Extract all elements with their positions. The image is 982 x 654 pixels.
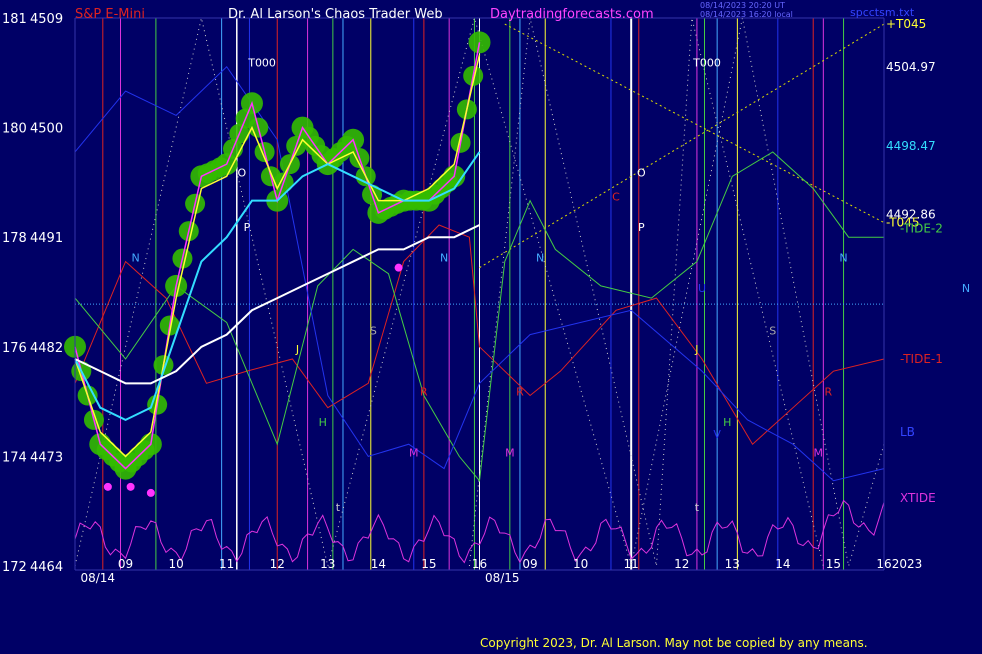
letter-marker: R xyxy=(516,386,524,399)
letter-marker: H xyxy=(723,416,731,429)
chart-svg: NOPJHtSRMNMRNCOPUJHVtSRMNT000 T000+T04545… xyxy=(0,0,982,650)
letter-marker: V xyxy=(713,428,721,441)
x-year-label: 2023 xyxy=(892,557,923,571)
y-tick-outer: 176 xyxy=(2,341,27,356)
site-url[interactable]: Daytradingforecasts.com xyxy=(490,7,654,22)
x-hour-label: 11 xyxy=(624,557,639,571)
chart-title: S&P E-Mini xyxy=(75,7,145,22)
chart-background xyxy=(0,0,982,650)
pivot-dot xyxy=(126,482,135,491)
letter-marker: R xyxy=(420,386,428,399)
x-hour-label: 13 xyxy=(320,557,335,571)
letter-marker: R xyxy=(825,386,833,399)
letter-marker: M xyxy=(505,446,515,459)
letter-marker: S xyxy=(769,325,776,338)
y-tick-inner: 4491 xyxy=(30,231,63,246)
x-hour-label: 15 xyxy=(421,557,436,571)
x-date-label: 08/15 xyxy=(485,571,520,585)
letter-marker: J xyxy=(295,343,299,356)
y-tick-outer: 174 xyxy=(2,450,27,465)
letter-marker: N xyxy=(536,252,544,265)
right-line-label: -TIDE-1 xyxy=(900,352,943,366)
right-edge-label: N xyxy=(962,282,970,295)
letter-marker: M xyxy=(409,446,419,459)
y-tick-inner: 4464 xyxy=(30,560,63,575)
letter-marker: t xyxy=(336,501,341,514)
x-hour-label: 10 xyxy=(573,557,588,571)
letter-marker: H xyxy=(319,416,327,429)
x-hour-label: 09 xyxy=(118,557,133,571)
y-tick-inner: 4509 xyxy=(30,12,63,27)
chaos-chart: N O P J Ht S R M N M R N C O P U J H Vt S R M N T000 T000 +T045 45… xyxy=(0,0,982,650)
right-line-label: -TIDE-2 xyxy=(900,222,943,236)
letter-marker: O xyxy=(637,166,646,179)
y-tick-outer: 180 xyxy=(2,122,27,137)
letter-marker: P xyxy=(638,221,645,234)
pivot-dot xyxy=(103,482,112,491)
x-hour-label: 16 xyxy=(472,557,487,571)
x-hour-label: 09 xyxy=(522,557,537,571)
letter-marker: N xyxy=(440,252,448,265)
vertical-marker-label: T000 xyxy=(692,57,721,70)
x-hour-label: 13 xyxy=(725,557,740,571)
letter-marker: S xyxy=(370,325,377,338)
timestamp-ut: 08/14/2023 20:20 UT xyxy=(700,1,785,10)
letter-marker: J xyxy=(694,343,698,356)
right-line-label: LB xyxy=(900,425,915,439)
y-tick-outer: 181 xyxy=(2,12,27,27)
letter-marker: t xyxy=(695,501,700,514)
letter-marker: N xyxy=(132,252,140,265)
x-hour-label: 12 xyxy=(270,557,285,571)
letter-marker: C xyxy=(612,191,620,204)
x-date-label: 08/14 xyxy=(80,571,115,585)
timestamp-local: 08/14/2023 16:20 local xyxy=(700,10,793,19)
right-price-label: +T045 xyxy=(886,17,926,31)
letter-marker: O xyxy=(238,166,247,179)
y-tick-inner: 4482 xyxy=(30,341,63,356)
site-title: Dr. Al Larson's Chaos Trader Web xyxy=(228,7,443,22)
right-line-label: XTIDE xyxy=(900,491,936,505)
x-hour-label: 11 xyxy=(219,557,234,571)
pivot-dot xyxy=(146,488,155,497)
y-tick-inner: 4473 xyxy=(30,450,63,465)
letter-marker: P xyxy=(244,221,251,234)
file-name: spcctsm.txt xyxy=(850,6,915,19)
vertical-marker-label: T000 xyxy=(247,57,276,70)
x-hour-label: 14 xyxy=(775,557,790,571)
x-hour-label: 12 xyxy=(674,557,689,571)
y-tick-inner: 4500 xyxy=(30,122,63,137)
letter-marker: N xyxy=(839,252,847,265)
copyright: Copyright 2023, Dr. Al Larson. May not b… xyxy=(480,636,868,650)
right-price-label: 4504.97 xyxy=(886,60,936,74)
letter-marker: M xyxy=(814,446,824,459)
x-hour-label: 15 xyxy=(826,557,841,571)
x-hour-label: 10 xyxy=(168,557,183,571)
x-hour-label: 14 xyxy=(371,557,386,571)
pivot-dot xyxy=(394,263,403,272)
right-price-label: 4498.47 xyxy=(886,139,936,153)
y-tick-outer: 178 xyxy=(2,231,27,246)
y-tick-outer: 172 xyxy=(2,560,27,575)
letter-marker: U xyxy=(698,282,706,295)
